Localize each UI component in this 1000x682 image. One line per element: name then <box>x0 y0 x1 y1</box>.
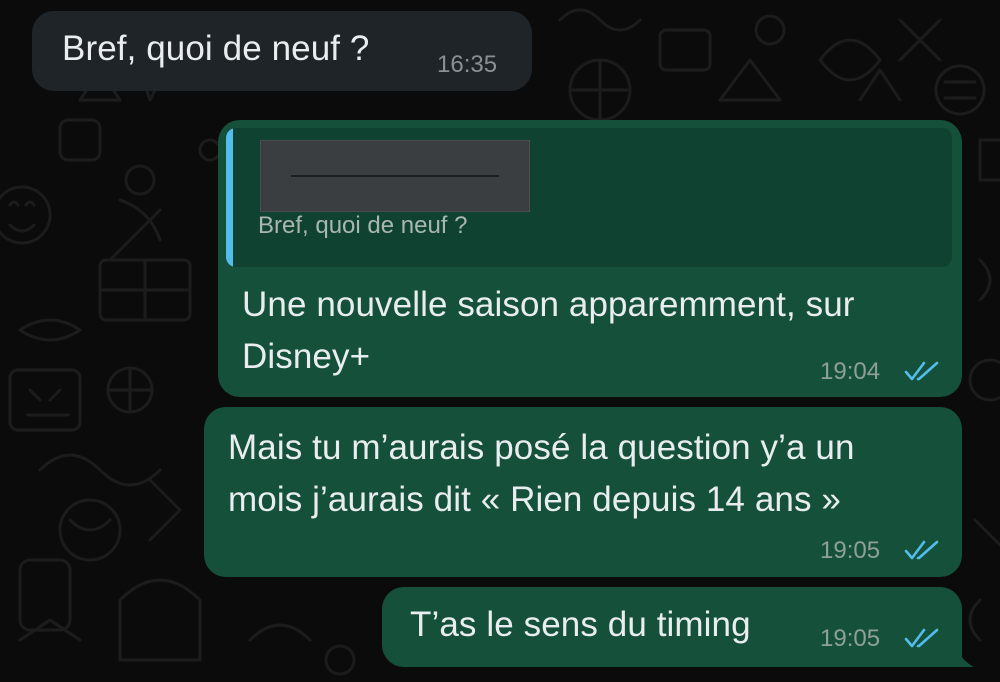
outgoing-message-bubble[interactable]: Mais tu m’aurais posé la question y’a un… <box>204 407 962 577</box>
message-text-line: Mais tu m’aurais posé la question y’a un <box>228 428 855 467</box>
message-timestamp: 19:05 <box>820 625 881 652</box>
message-text-line: Disney+ <box>242 337 371 376</box>
double-check-icon <box>904 540 939 560</box>
outgoing-message-bubble[interactable]: T’as le sens du timing 19:05 <box>382 587 962 667</box>
message-timestamp: 16:35 <box>437 51 498 78</box>
incoming-message-bubble[interactable]: Bref, quoi de neuf ? 16:35 <box>32 11 532 91</box>
redacted-sender-name <box>260 140 530 212</box>
double-check-icon <box>904 361 939 381</box>
message-text-line: mois j’aurais dit « Rien depuis 14 ans » <box>228 480 841 519</box>
double-check-icon <box>904 628 939 648</box>
message-timestamp: 19:04 <box>820 358 881 385</box>
message-text: T’as le sens du timing <box>410 605 751 644</box>
message-text-line: Une nouvelle saison apparemment, sur <box>242 285 855 324</box>
outgoing-message-bubble[interactable]: Bref, quoi de neuf ? Une nouvelle saison… <box>218 120 962 397</box>
reply-quote[interactable]: Bref, quoi de neuf ? <box>226 128 952 267</box>
message-timestamp: 19:05 <box>820 537 881 564</box>
message-text: Bref, quoi de neuf ? <box>62 29 370 68</box>
quote-accent-bar <box>226 128 233 267</box>
quoted-message-text: Bref, quoi de neuf ? <box>258 212 468 239</box>
bubble-tail <box>956 647 974 667</box>
